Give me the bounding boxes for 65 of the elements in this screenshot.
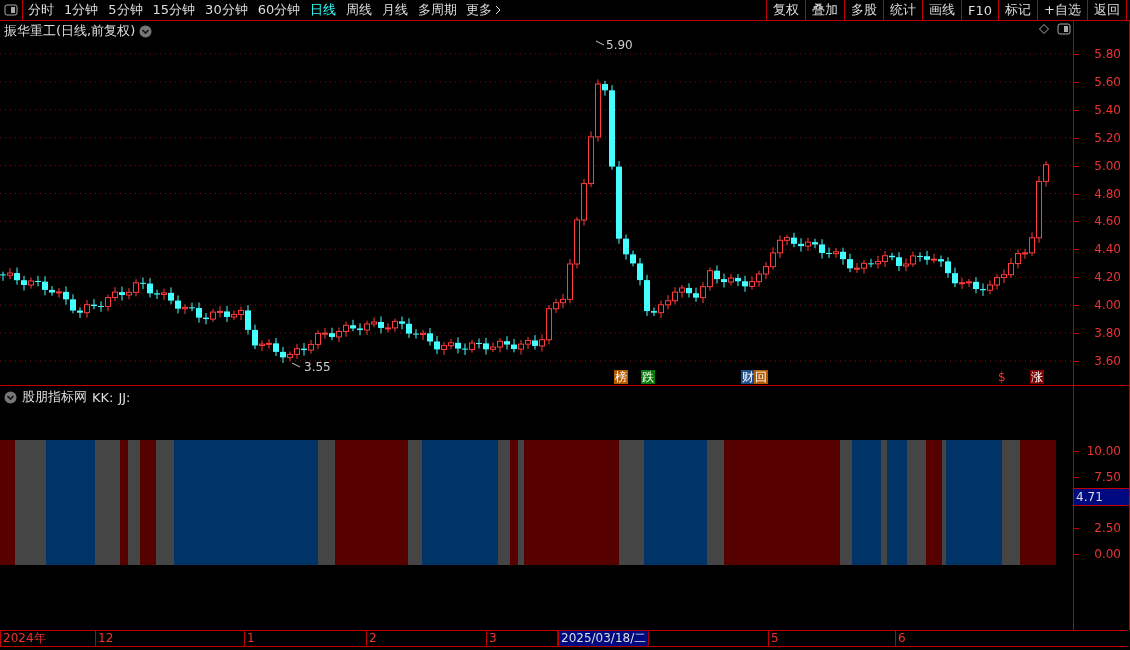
date-axis-label: 5 [768,631,781,646]
panel-toggle-icon[interactable] [1057,23,1072,35]
series-label: JJ: [118,389,131,405]
date-axis-label: 12 [95,631,116,646]
chevron-icon [495,5,502,15]
price-axis-label: 4.20 [1094,271,1121,284]
price-axis-label: 5.20 [1094,131,1121,144]
indicator-axis-label: 10.00 [1086,445,1121,457]
price-axis-label: 5.60 [1094,75,1121,88]
toolbar-button[interactable]: 返回 [1087,0,1127,20]
period-tab[interactable]: 30分钟 [200,0,253,20]
period-tab[interactable]: 60分钟 [252,0,306,20]
event-marker[interactable]: 榜 [614,370,628,384]
price-axis-label: 5.80 [1094,48,1121,60]
toolbar-button[interactable]: 标记 [998,0,1038,20]
date-axis-label: 3 [486,631,499,646]
price-axis-label: 4.80 [1094,187,1121,200]
price-axis-label: 4.00 [1094,299,1121,312]
indicator-axis-label: 0.00 [1094,548,1121,560]
toolbar-button[interactable]: 复权 [766,0,806,20]
panel-toggle-icon[interactable] [4,4,18,16]
period-tab[interactable]: 周线 [341,0,378,20]
date-axis-label: 2 [366,631,379,646]
price-axis-label: 3.80 [1094,327,1121,339]
event-marker[interactable]: 涨 [1030,370,1044,384]
period-tab[interactable]: 多周期 [413,0,463,20]
diamond-icon[interactable] [1039,24,1050,34]
toolbar-button[interactable]: 画线 [922,0,962,20]
period-tab[interactable]: 15分钟 [147,0,201,20]
toolbar-button[interactable]: 多股 [844,0,884,20]
period-tab[interactable]: 1分钟 [59,0,104,20]
dropdown-icon[interactable] [4,390,17,404]
date-axis-label: 1 [244,631,257,646]
event-marker[interactable]: 回 [754,370,768,384]
leader-line [595,40,605,46]
date-axis-label: 2024年 [0,631,48,646]
event-marker[interactable]: 跌 [641,370,655,384]
price-axis-label: 4.40 [1094,243,1121,256]
indicator-axis-label: 7.50 [1094,471,1121,483]
event-marker[interactable]: $ [997,370,1007,384]
high-price-label: 5.90 [606,38,633,52]
period-tab[interactable]: 5分钟 [103,0,148,20]
price-axis-label: 3.60 [1094,354,1121,367]
price-axis-label: 4.60 [1094,215,1121,228]
indicator-axis-label: 2.50 [1094,522,1121,534]
date-axis-label: 2025/03/18/二 [558,631,649,646]
dropdown-icon[interactable] [139,24,153,38]
series-label: KK: [92,389,114,405]
low-price-label: 3.55 [304,360,331,374]
price-axis-label: 5.40 [1094,103,1121,116]
toolbar-button[interactable]: 叠加 [805,0,845,20]
indicator-title: 股朋指标网 [22,388,87,406]
toolbar-button[interactable]: 统计 [883,0,923,20]
period-tab[interactable]: 月线 [377,0,414,20]
date-axis-label: 6 [895,631,908,646]
leader-line [291,362,301,368]
event-marker[interactable]: 财 [741,370,755,384]
toolbar-button[interactable]: +自选 [1037,0,1087,20]
chart-title: 振华重工(日线,前复权) [4,22,136,40]
price-axis-label: 5.00 [1094,159,1121,172]
current-value-label: 4.71 [1074,488,1129,506]
period-tab[interactable]: 分时 [23,0,59,20]
more-button[interactable]: 更多 [462,0,506,20]
toolbar-button[interactable]: F10 [961,0,999,20]
period-tab[interactable]: 日线 [305,0,342,20]
